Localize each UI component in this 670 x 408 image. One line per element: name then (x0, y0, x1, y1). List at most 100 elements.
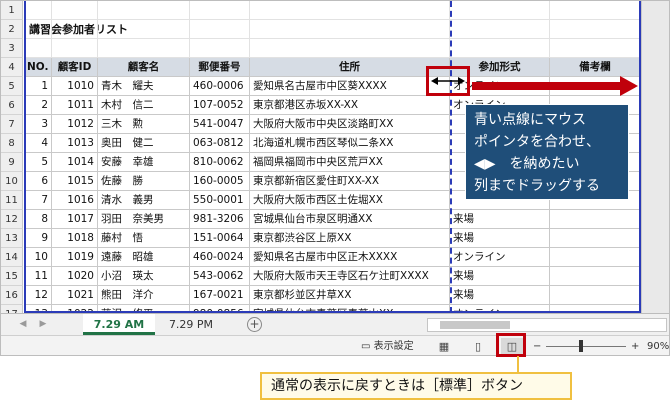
cell-addr[interactable]: 東京都新宿区愛住町XX-XX (250, 172, 450, 191)
cell-zip[interactable]: 063-0812 (190, 134, 250, 153)
cell-name[interactable]: 遠藤 昭雄 (98, 248, 190, 267)
cell-no[interactable]: 11 (24, 267, 52, 286)
col-header-zip[interactable]: 郵便番号 (190, 58, 250, 77)
empty-cell[interactable] (250, 39, 450, 58)
cell-name[interactable]: 安藤 幸雄 (98, 153, 190, 172)
cell-name[interactable]: 木村 信二 (98, 96, 190, 115)
horizontal-scrollbar[interactable] (427, 318, 667, 332)
cell-zip[interactable]: 550-0001 (190, 191, 250, 210)
empty-cell[interactable] (450, 39, 550, 58)
cell-name[interactable]: 熊田 洋介 (98, 286, 190, 305)
cell-no[interactable]: 8 (24, 210, 52, 229)
empty-cell[interactable] (190, 1, 250, 20)
empty-cell[interactable] (98, 39, 190, 58)
cell-addr[interactable]: 北海道札幌市西区琴似二条XX (250, 134, 450, 153)
empty-cell[interactable] (98, 20, 190, 39)
zoom-out-button[interactable]: − (533, 336, 541, 355)
cell-addr[interactable]: 宮城県仙台市青葉区青葉山XX (250, 305, 450, 313)
horizontal-scroll-thumb[interactable] (440, 321, 510, 329)
cell-note[interactable] (550, 267, 641, 286)
cell-zip[interactable]: 460-0006 (190, 77, 250, 96)
cell-zip[interactable]: 460-0024 (190, 248, 250, 267)
empty-cell[interactable] (98, 1, 190, 20)
cell-zip[interactable]: 981-3206 (190, 210, 250, 229)
cell-form[interactable]: 来場 (450, 210, 550, 229)
empty-cell[interactable] (24, 1, 52, 20)
cell-zip[interactable]: 810-0062 (190, 153, 250, 172)
cell-id[interactable]: 1015 (52, 172, 98, 191)
cell-name[interactable]: 佐藤 勝 (98, 172, 190, 191)
cell-name[interactable]: 清水 義男 (98, 191, 190, 210)
empty-cell[interactable] (450, 1, 550, 20)
empty-cell[interactable] (190, 20, 250, 39)
cell-addr[interactable]: 福岡県福岡市中央区荒戸XX (250, 153, 450, 172)
cell-id[interactable]: 1021 (52, 286, 98, 305)
tab-sheet-pm[interactable]: 7.29 PM (155, 314, 227, 335)
cell-zip[interactable]: 980-0856 (190, 305, 250, 313)
cell-note[interactable] (550, 210, 641, 229)
display-settings-button[interactable]: ▭ 表示設定 (361, 336, 414, 355)
empty-cell[interactable] (52, 39, 98, 58)
cell-addr[interactable]: 愛知県名古屋市中区正木XXXX (250, 248, 450, 267)
cell-addr[interactable]: 宮城県仙台市泉区明通XX (250, 210, 450, 229)
cell-no[interactable]: 7 (24, 191, 52, 210)
cell-id[interactable]: 1011 (52, 96, 98, 115)
cell-no[interactable]: 4 (24, 134, 52, 153)
cell-note[interactable] (550, 305, 641, 313)
cell-no[interactable]: 5 (24, 153, 52, 172)
cell-form[interactable]: 来場 (450, 267, 550, 286)
empty-cell[interactable] (250, 20, 450, 39)
cell-id[interactable]: 1013 (52, 134, 98, 153)
cell-zip[interactable]: 167-0021 (190, 286, 250, 305)
normal-view-button[interactable]: ▦ (433, 338, 455, 355)
cell-addr[interactable]: 大阪府大阪市天王寺区石ケ辻町XXXX (250, 267, 450, 286)
cell-name[interactable]: 藤沢 修平 (98, 305, 190, 313)
cell-no[interactable]: 12 (24, 286, 52, 305)
cell-form[interactable]: 来場 (450, 286, 550, 305)
zoom-slider-thumb[interactable] (579, 340, 583, 352)
vertical-scrollbar[interactable] (641, 1, 669, 313)
empty-cell[interactable] (550, 39, 641, 58)
add-sheet-icon[interactable]: + (247, 317, 262, 332)
page-layout-view-button[interactable]: ▯ (467, 338, 489, 355)
empty-cell[interactable] (52, 1, 98, 20)
cell-addr[interactable]: 東京都港区赤坂XX-XX (250, 96, 450, 115)
col-header-remarks[interactable]: 備考欄 (550, 58, 641, 77)
cell-no[interactable]: 13 (24, 305, 52, 313)
cell-no[interactable]: 9 (24, 229, 52, 248)
cell-note[interactable] (550, 286, 641, 305)
cell-name[interactable]: 三木 勲 (98, 115, 190, 134)
col-header-no[interactable]: NO. (24, 58, 52, 77)
zoom-level[interactable]: 90% (647, 336, 669, 355)
next-sheet-icon[interactable]: ▶ (35, 316, 51, 332)
cell-id[interactable]: 1017 (52, 210, 98, 229)
page-break-line[interactable] (450, 1, 452, 313)
empty-cell[interactable] (450, 20, 550, 39)
cell-zip[interactable]: 107-0052 (190, 96, 250, 115)
empty-cell[interactable] (24, 39, 52, 58)
cell-name[interactable]: 奥田 健二 (98, 134, 190, 153)
tab-sheet-am[interactable]: 7.29 AM (83, 314, 155, 335)
cell-form[interactable]: オンライン (450, 248, 550, 267)
cell-id[interactable]: 1010 (52, 77, 98, 96)
cell-zip[interactable]: 160-0005 (190, 172, 250, 191)
cell-addr[interactable]: 大阪府大阪市中央区淡路町XX (250, 115, 450, 134)
cell-zip[interactable]: 541-0047 (190, 115, 250, 134)
cell-id[interactable]: 1018 (52, 229, 98, 248)
cell-addr[interactable]: 東京都杉並区井草XX (250, 286, 450, 305)
prev-sheet-icon[interactable]: ◀ (15, 316, 31, 332)
cell-addr[interactable]: 大阪府大阪市西区土佐堀XX (250, 191, 450, 210)
cell-form[interactable]: オンライン (450, 305, 550, 313)
cell-name[interactable]: 青木 耀夫 (98, 77, 190, 96)
empty-cell[interactable] (550, 1, 641, 20)
cell-id[interactable]: 1016 (52, 191, 98, 210)
cell-zip[interactable]: 151-0064 (190, 229, 250, 248)
cell-no[interactable]: 3 (24, 115, 52, 134)
cell-zip[interactable]: 543-0062 (190, 267, 250, 286)
cell-id[interactable]: 1012 (52, 115, 98, 134)
zoom-slider[interactable] (546, 346, 626, 347)
empty-cell[interactable] (250, 1, 450, 20)
cell-addr[interactable]: 愛知県名古屋市中区葵XXXX (250, 77, 450, 96)
cell-no[interactable]: 2 (24, 96, 52, 115)
cell-addr[interactable]: 東京都渋谷区上原XX (250, 229, 450, 248)
